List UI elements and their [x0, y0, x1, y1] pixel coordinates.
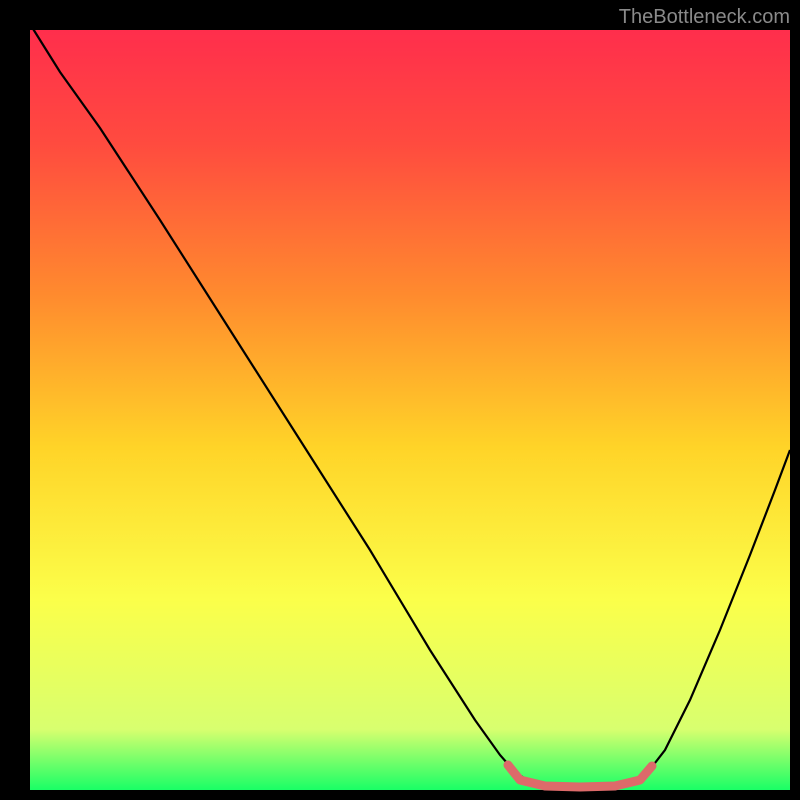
chart-svg	[0, 0, 800, 800]
watermark-text: TheBottleneck.com	[619, 6, 790, 29]
plot-background	[30, 30, 790, 790]
chart-container	[0, 0, 800, 800]
